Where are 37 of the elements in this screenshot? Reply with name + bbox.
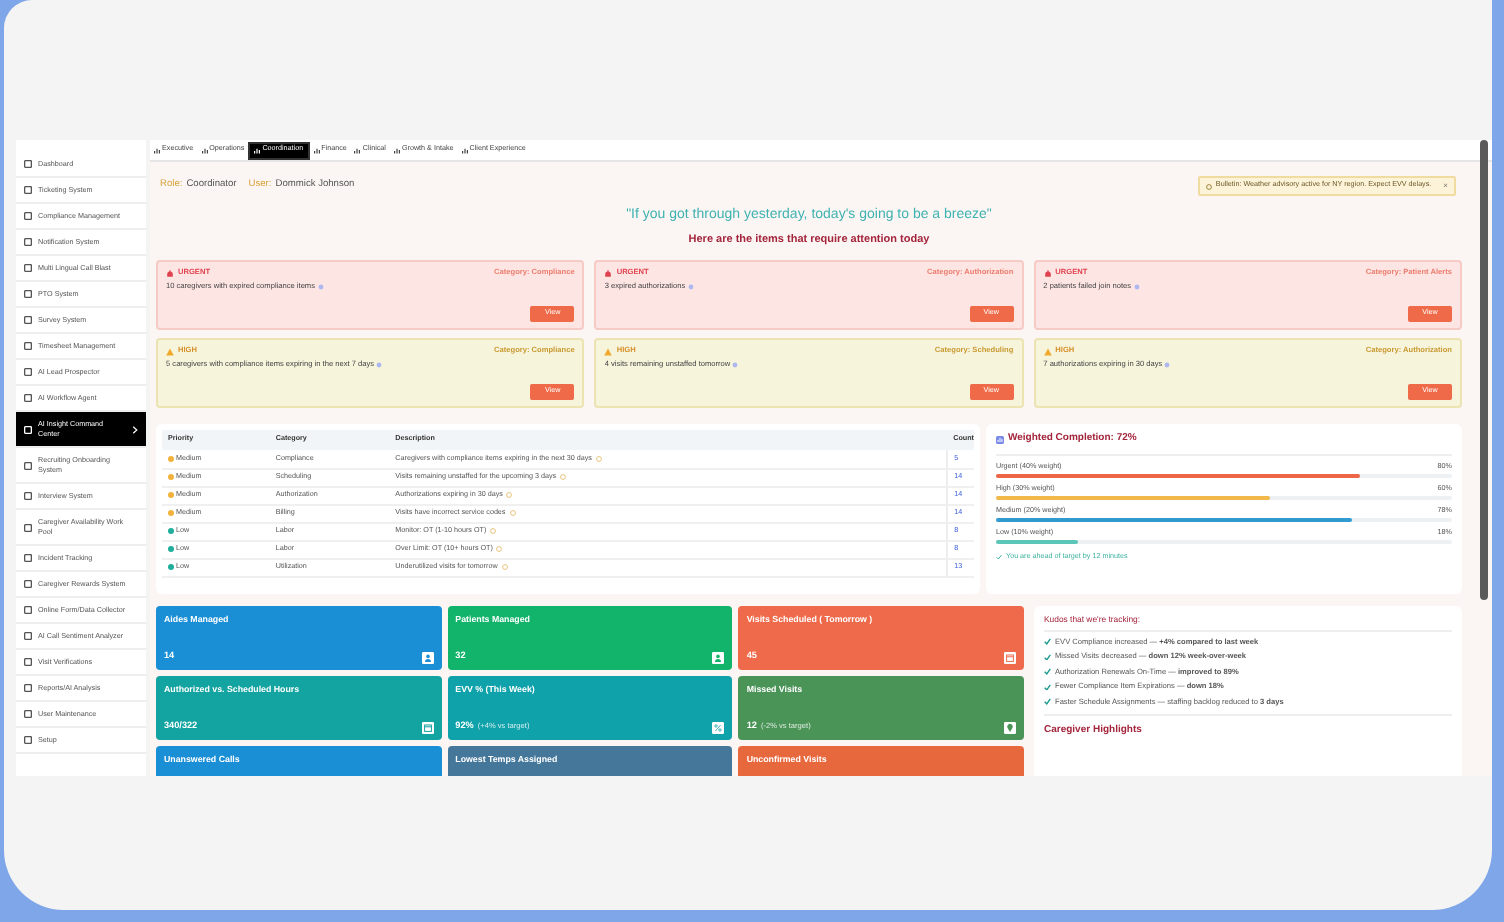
warning-icon (166, 348, 174, 356)
info-icon (1133, 284, 1140, 291)
percent-icon (712, 722, 725, 734)
calendar-icon (421, 722, 434, 734)
chart-icon (313, 147, 320, 153)
warning-icon (1043, 348, 1052, 356)
chart-icon (201, 147, 208, 153)
alarm-icon (166, 270, 174, 278)
info-icon (687, 284, 694, 291)
chart-icon (461, 147, 468, 153)
info-icon (506, 491, 513, 498)
warning-icon (604, 348, 613, 356)
alarm-icon (604, 270, 613, 278)
check-icon (996, 553, 1002, 560)
chart-icon (393, 147, 400, 153)
info-icon (1205, 183, 1212, 189)
chart-icon (254, 147, 261, 153)
info-icon (1164, 362, 1171, 369)
chevron-icon (132, 425, 138, 433)
info-icon (376, 362, 383, 369)
calendar-icon (1004, 652, 1016, 664)
chart-icon (996, 435, 1004, 444)
chart-icon (154, 147, 160, 153)
info-icon (490, 527, 497, 534)
chart-icon (354, 147, 361, 153)
alarm-icon (1043, 270, 1052, 278)
info-icon (509, 509, 516, 516)
scrollbar[interactable] (1480, 140, 1488, 600)
person-icon (421, 652, 434, 664)
pin-icon (1004, 722, 1016, 734)
person-icon (712, 652, 725, 664)
info-icon (317, 284, 323, 291)
info-icon (501, 563, 508, 570)
info-icon (732, 362, 739, 369)
info-icon (496, 545, 503, 552)
info-icon (560, 473, 567, 480)
info-icon (595, 455, 602, 462)
